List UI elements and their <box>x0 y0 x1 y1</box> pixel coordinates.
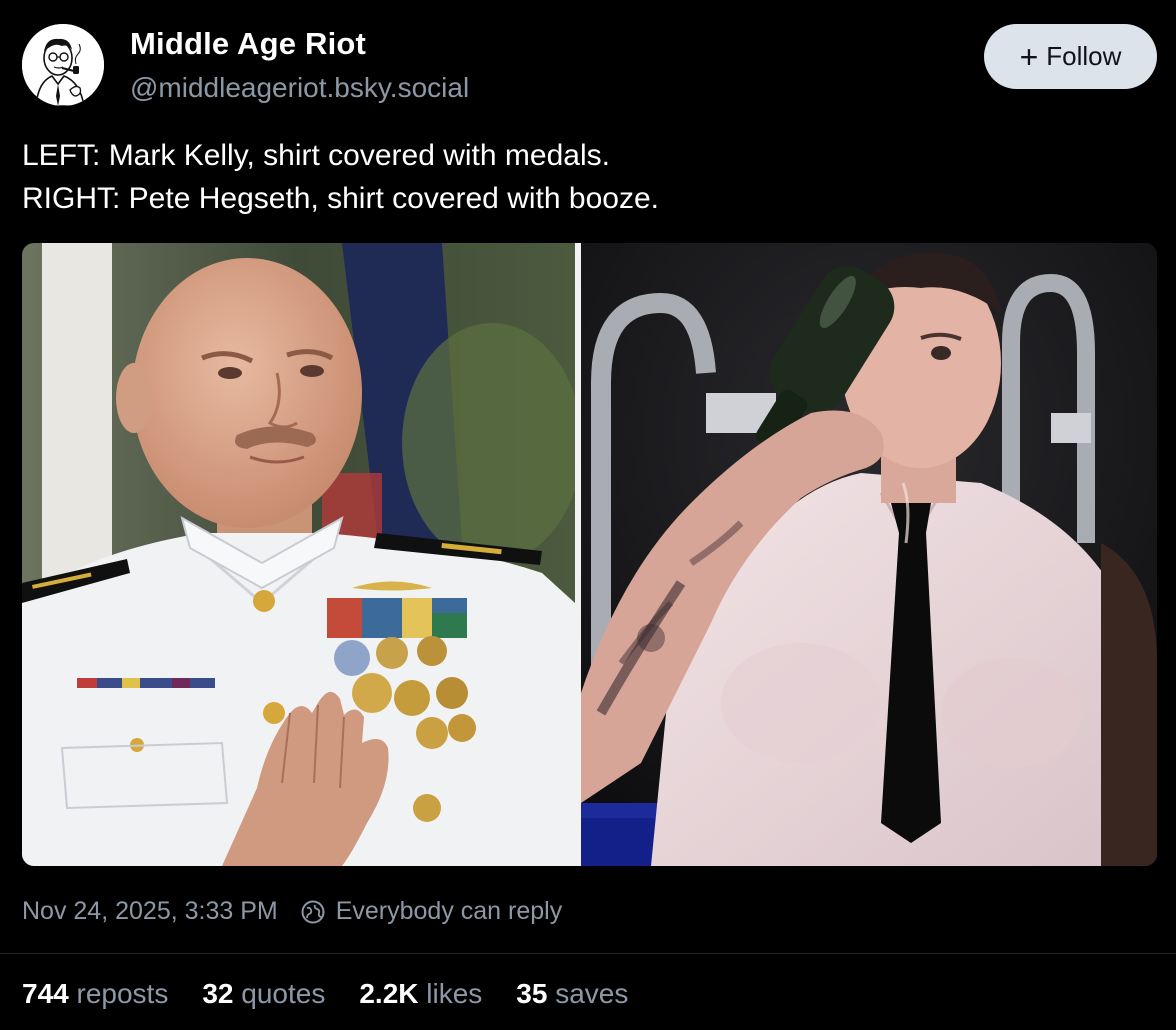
post-media[interactable] <box>22 243 1157 866</box>
post-meta: Nov 24, 2025, 3:33 PM Everybody can repl… <box>22 897 562 926</box>
avatar[interactable] <box>22 24 104 106</box>
post-text-line: LEFT: Mark Kelly, shirt covered with med… <box>22 139 610 172</box>
reposts-label: reposts <box>76 978 169 1009</box>
likes-count: 2.2K <box>359 978 419 1009</box>
author-handle[interactable]: @middleageriot.bsky.social <box>130 72 469 104</box>
quotes-stat[interactable]: 32 quotes <box>202 978 325 1010</box>
saves-label: saves <box>555 978 629 1009</box>
follow-button[interactable]: + Follow <box>984 24 1157 89</box>
follow-button-label: Follow <box>1046 41 1122 71</box>
reposts-stat[interactable]: 744 reposts <box>22 978 168 1010</box>
reply-setting-label: Everybody can reply <box>335 897 563 925</box>
saves-count: 35 <box>516 978 548 1009</box>
globe-reply-icon <box>301 900 325 923</box>
divider-line <box>0 953 1176 954</box>
likes-stat[interactable]: 2.2K likes <box>359 978 482 1010</box>
post-stats: 744 reposts 32 quotes 2.2K likes 35 save… <box>22 978 662 1010</box>
man-with-pipe-icon <box>22 24 104 106</box>
photo-pete-hegseth[interactable] <box>581 243 1157 866</box>
saves-stat[interactable]: 35 saves <box>516 978 628 1010</box>
reply-setting[interactable]: Everybody can reply <box>300 897 563 926</box>
plus-icon: + <box>1019 38 1039 75</box>
post-text: LEFT: Mark Kelly, shirt covered with med… <box>22 134 659 220</box>
quotes-label: quotes <box>241 978 326 1009</box>
post-text-line: RIGHT: Pete Hegseth, shirt covered with … <box>22 182 659 215</box>
author-display-name[interactable]: Middle Age Riot <box>130 26 366 62</box>
photo-mark-kelly[interactable] <box>22 243 575 866</box>
likes-label: likes <box>426 978 483 1009</box>
quotes-count: 32 <box>202 978 234 1009</box>
reposts-count: 744 <box>22 978 69 1009</box>
post-timestamp[interactable]: Nov 24, 2025, 3:33 PM <box>22 897 278 926</box>
